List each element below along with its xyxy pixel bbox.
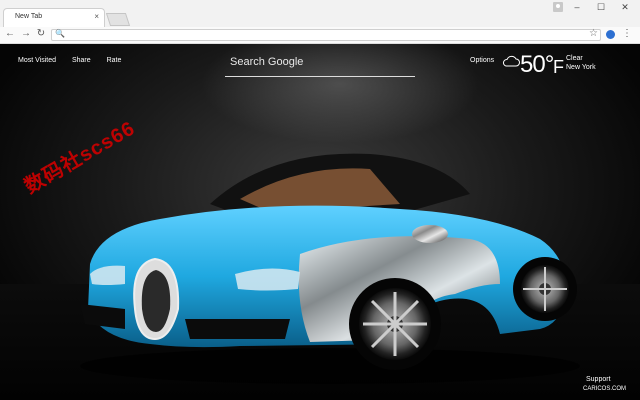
cloud-icon bbox=[502, 55, 520, 67]
bookmark-star-icon[interactable]: ☆ bbox=[589, 28, 598, 39]
tab-strip: New Tab × – ☐ ✕ bbox=[0, 0, 640, 28]
menu-icon[interactable]: ⋮ bbox=[622, 28, 632, 39]
search-icon: 🔍 bbox=[55, 29, 65, 38]
new-tab-page: Most Visited Share Rate Search Google Op… bbox=[0, 44, 640, 400]
tab-title: New Tab bbox=[15, 13, 43, 20]
weather-info: Clear New York bbox=[566, 54, 596, 72]
maximize-icon[interactable]: ☐ bbox=[592, 2, 610, 13]
options-link[interactable]: Options bbox=[470, 57, 494, 64]
tab-new-tab[interactable]: New Tab × bbox=[3, 8, 105, 27]
car-image bbox=[80, 153, 580, 384]
back-icon[interactable]: ← bbox=[4, 28, 16, 39]
weather-location: New York bbox=[566, 64, 596, 71]
reload-icon[interactable]: ↻ bbox=[35, 28, 47, 39]
close-window-icon[interactable]: ✕ bbox=[616, 2, 634, 13]
profile-icon[interactable] bbox=[553, 2, 563, 12]
most-visited-link[interactable]: Most Visited bbox=[18, 57, 56, 64]
forward-icon[interactable]: → bbox=[20, 28, 32, 39]
minimize-icon[interactable]: – bbox=[568, 2, 586, 12]
extension-icon[interactable] bbox=[606, 30, 615, 39]
search-placeholder: Search Google bbox=[230, 56, 304, 68]
toolbar: ← → ↻ 🔍 ☆ ⋮ bbox=[0, 27, 640, 44]
support-link[interactable]: Support bbox=[586, 376, 611, 383]
weather-condition: Clear bbox=[566, 55, 583, 62]
tab-close-icon[interactable]: × bbox=[94, 12, 99, 21]
new-tab-button[interactable] bbox=[105, 13, 131, 26]
share-link[interactable]: Share bbox=[72, 57, 91, 64]
weather-temperature: 50° bbox=[520, 51, 554, 78]
address-bar[interactable]: 🔍 bbox=[51, 29, 601, 41]
search-input[interactable]: Search Google bbox=[225, 56, 415, 77]
weather-unit: F bbox=[553, 57, 564, 77]
rate-link[interactable]: Rate bbox=[107, 57, 122, 64]
image-credit: CARICOS.COM bbox=[583, 386, 627, 392]
top-links: Most Visited Share Rate bbox=[18, 57, 135, 64]
